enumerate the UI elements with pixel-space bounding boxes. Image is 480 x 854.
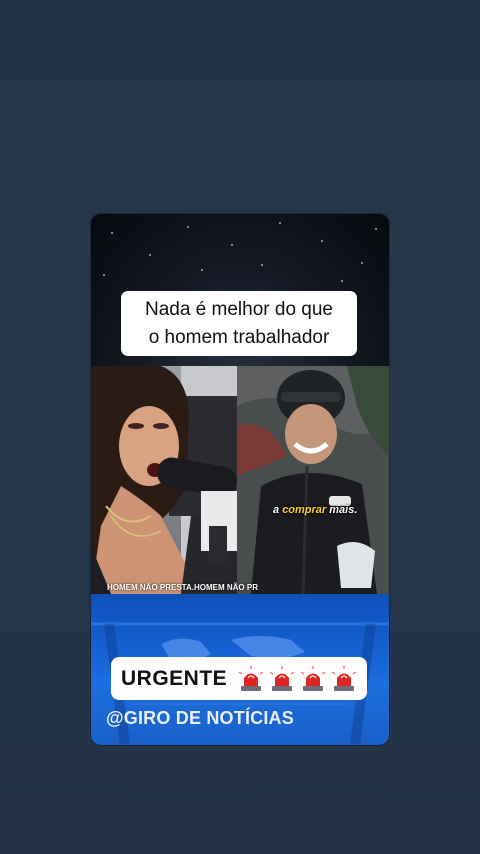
headline-line-1: Nada é melhor do que <box>144 298 333 320</box>
urgent-banner: URGENTE <box>111 657 367 700</box>
subtitle-post: mais. <box>326 504 358 516</box>
subtitle-pre: a <box>273 504 283 516</box>
siren-emoji-icon <box>300 665 326 691</box>
left-photo-caption: HOMEM NÃO PRESTA.HOMEM NÃO PR <box>107 583 258 592</box>
channel-handle: @GIRO DE NOTÍCIAS <box>106 708 294 728</box>
siren-emoji-icon <box>269 665 295 691</box>
screen: { "video": { "headline_line1": "Nada é m… <box>0 0 480 854</box>
woman-microphone-photo <box>91 366 237 594</box>
headline-line-2: o homem trabalhador <box>148 326 330 348</box>
delivery-man-photo <box>237 366 389 594</box>
headline-text: Nada é melhor do que o homem trabalhador <box>145 296 333 352</box>
siren-emoji-icon <box>331 665 357 691</box>
video-subtitle: a comprar mais. <box>273 504 357 516</box>
urgent-label: URGENTE <box>121 666 228 690</box>
video-card[interactable]: Nada é melhor do que o homem trabalhador <box>91 214 389 745</box>
subtitle-highlight: comprar <box>282 504 327 516</box>
siren-emoji-icon <box>238 665 264 691</box>
headline-box: Nada é melhor do que o homem trabalhador <box>121 291 357 356</box>
siren-group <box>233 665 357 692</box>
